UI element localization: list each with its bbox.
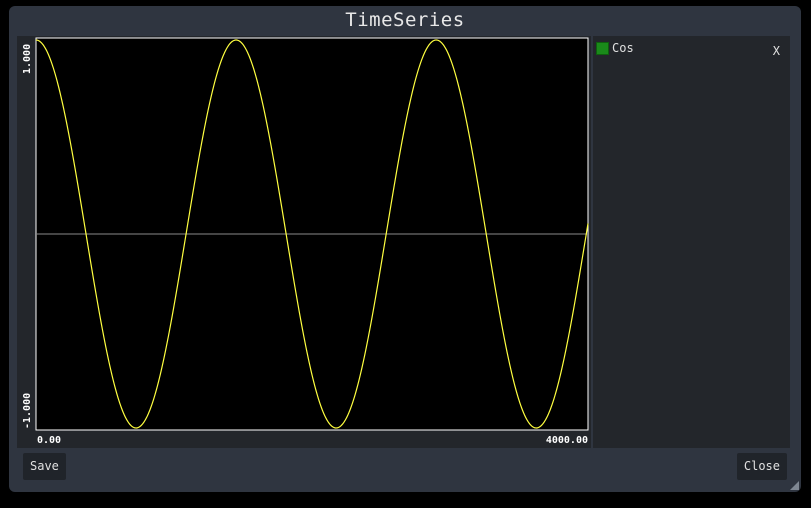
timeseries-chart[interactable]: 1.000 -1.000 0.00 4000.00 bbox=[17, 36, 591, 448]
timeseries-window: TimeSeries 1.000 -1.000 0.00 4000.00 Cos… bbox=[9, 6, 801, 492]
x-tick-label-max: 4000.00 bbox=[546, 435, 588, 446]
close-button[interactable]: Close bbox=[736, 453, 787, 480]
legend-item-label: Cos bbox=[612, 41, 634, 55]
legend-color-swatch bbox=[596, 41, 609, 55]
plot-panel[interactable]: 1.000 -1.000 0.00 4000.00 bbox=[17, 36, 591, 448]
legend-item-cos[interactable]: Cos bbox=[596, 40, 634, 56]
window-title: TimeSeries bbox=[345, 9, 465, 31]
resize-grip-icon[interactable] bbox=[790, 481, 799, 490]
x-tick-label-min: 0.00 bbox=[37, 435, 61, 446]
save-button[interactable]: Save bbox=[23, 453, 66, 480]
legend-panel: Cos X bbox=[593, 36, 790, 448]
legend-close-button[interactable]: X bbox=[773, 44, 780, 58]
y-tick-label-min: -1.000 bbox=[22, 393, 33, 429]
y-tick-label-max: 1.000 bbox=[22, 44, 33, 74]
